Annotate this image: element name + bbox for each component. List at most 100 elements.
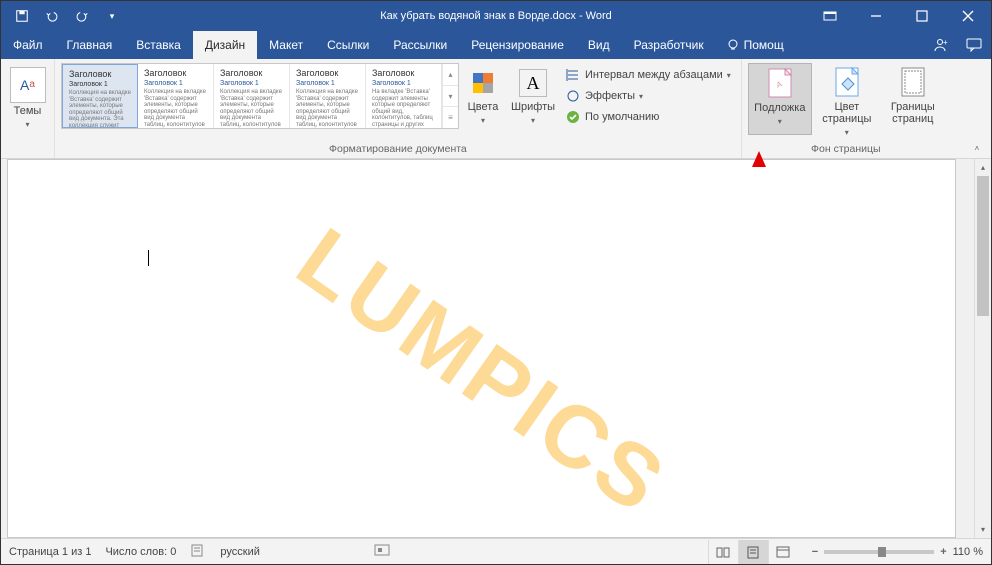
- proofing-button[interactable]: [190, 542, 206, 561]
- tab-design[interactable]: Дизайн: [193, 31, 257, 59]
- macro-indicator[interactable]: [374, 543, 390, 560]
- paragraph-spacing-button[interactable]: Интервал между абзацами▾: [561, 65, 735, 85]
- gallery-down[interactable]: ▾: [443, 85, 458, 107]
- page-borders-label: Границы страниц: [882, 101, 944, 125]
- tab-view[interactable]: Вид: [576, 31, 622, 59]
- print-layout-icon: [745, 545, 761, 559]
- page-borders-button[interactable]: Границы страниц: [882, 63, 944, 135]
- page-color-label: Цвет страницы: [814, 101, 880, 125]
- document-page[interactable]: LUMPICS: [7, 159, 956, 538]
- page-borders-icon: [897, 67, 929, 99]
- tab-insert[interactable]: Вставка: [124, 31, 193, 59]
- tab-review[interactable]: Рецензирование: [459, 31, 576, 59]
- colors-icon: [467, 67, 499, 99]
- tab-developer[interactable]: Разработчик: [622, 31, 716, 59]
- qat-customize-button[interactable]: ▾: [99, 2, 125, 30]
- tab-file[interactable]: Файл: [1, 31, 55, 59]
- page-indicator[interactable]: Страница 1 из 1: [9, 546, 91, 558]
- save-icon: [15, 9, 29, 23]
- gallery-more[interactable]: ≡: [443, 106, 458, 128]
- formatting-group-label: Форматирование документа: [61, 141, 735, 158]
- ribbon-display-button[interactable]: [807, 1, 853, 31]
- formatting-group: ЗаголовокЗаголовок 1Коллекция на вкладке…: [55, 59, 742, 158]
- collapse-ribbon-button[interactable]: ˄: [969, 140, 985, 156]
- undo-button[interactable]: [39, 2, 65, 30]
- share-button[interactable]: +: [923, 31, 957, 59]
- para-spacing-icon: [565, 67, 581, 83]
- vertical-scrollbar[interactable]: ▴ ▾: [974, 159, 991, 538]
- fonts-label: Шрифты: [511, 101, 555, 113]
- themes-button[interactable]: Aa Темы ▾: [7, 63, 48, 135]
- colors-label: Цвета: [468, 101, 499, 113]
- fonts-icon: A: [517, 67, 549, 99]
- comment-icon: [966, 38, 982, 52]
- style-item-4[interactable]: ЗаголовокЗаголовок 1Коллекция на вкладке…: [290, 64, 366, 128]
- close-icon: [962, 10, 974, 22]
- style-item-5[interactable]: ЗаголовокЗаголовок 1На вкладке 'Вставка'…: [366, 64, 442, 128]
- read-icon: [715, 545, 731, 559]
- watermark-label: Подложка: [754, 102, 805, 114]
- scroll-track[interactable]: [975, 176, 991, 521]
- check-icon: [565, 109, 581, 125]
- page-background-group: A Подложка▾ Цвет страницы▾ Границы стран…: [742, 59, 950, 158]
- status-bar: Страница 1 из 1 Число слов: 0 русский − …: [1, 538, 991, 564]
- gallery-up[interactable]: ▴: [443, 64, 458, 85]
- save-button[interactable]: [9, 2, 35, 30]
- watermark-button[interactable]: A Подложка▾: [748, 63, 812, 135]
- zoom-out-button[interactable]: −: [812, 546, 818, 558]
- style-item-3[interactable]: ЗаголовокЗаголовок 1Коллекция на вкладке…: [214, 64, 290, 128]
- minimize-icon: [870, 10, 882, 22]
- print-layout-button[interactable]: [738, 540, 768, 564]
- maximize-button[interactable]: [899, 1, 945, 31]
- ribbon-tabs: Файл Главная Вставка Дизайн Макет Ссылки…: [1, 31, 991, 59]
- tab-home[interactable]: Главная: [55, 31, 125, 59]
- scroll-down-button[interactable]: ▾: [975, 521, 991, 538]
- watermark-icon: A: [764, 68, 796, 100]
- page-color-icon: [831, 67, 863, 99]
- web-icon: [775, 545, 791, 559]
- language-indicator[interactable]: русский: [220, 546, 259, 558]
- style-item-1[interactable]: ЗаголовокЗаголовок 1Коллекция на вкладке…: [62, 64, 138, 128]
- share-icon: +: [932, 37, 948, 53]
- proofing-icon: [190, 542, 206, 558]
- tab-layout[interactable]: Макет: [257, 31, 315, 59]
- web-layout-button[interactable]: [768, 540, 798, 564]
- zoom-in-button[interactable]: +: [940, 546, 946, 558]
- text-cursor: [148, 250, 149, 266]
- scroll-up-button[interactable]: ▴: [975, 159, 991, 176]
- page-bg-group-label: Фон страницы: [748, 141, 944, 158]
- title-bar: ▾ Как убрать водяной знак в Ворде.docx -…: [1, 1, 991, 31]
- tab-references[interactable]: Ссылки: [315, 31, 381, 59]
- effects-button[interactable]: Эффекты▾: [561, 86, 735, 106]
- themes-label: Темы: [14, 105, 42, 117]
- default-label: По умолчанию: [585, 111, 659, 123]
- zoom-slider[interactable]: [824, 550, 934, 554]
- zoom-handle[interactable]: [878, 547, 886, 557]
- colors-button[interactable]: Цвета▾: [461, 63, 505, 135]
- account-button[interactable]: [957, 31, 991, 59]
- style-item-2[interactable]: ЗаголовокЗаголовок 1Коллекция на вкладке…: [138, 64, 214, 128]
- fonts-button[interactable]: A Шрифты▾: [507, 63, 559, 135]
- effects-icon: [565, 88, 581, 104]
- para-spacing-label: Интервал между абзацами: [585, 69, 723, 81]
- effects-label: Эффекты: [585, 90, 635, 102]
- set-default-button[interactable]: По умолчанию: [561, 107, 735, 127]
- style-gallery[interactable]: ЗаголовокЗаголовок 1Коллекция на вкладке…: [61, 63, 459, 129]
- tell-me-label: Помощ: [744, 38, 784, 52]
- read-mode-button[interactable]: [708, 540, 738, 564]
- ribbon-options-icon: [823, 9, 837, 23]
- themes-group: Aa Темы ▾: [1, 59, 55, 158]
- zoom-level[interactable]: 110 %: [953, 546, 983, 558]
- word-count[interactable]: Число слов: 0: [105, 546, 176, 558]
- close-button[interactable]: [945, 1, 991, 31]
- scroll-thumb[interactable]: [977, 176, 989, 316]
- lightbulb-icon: [726, 38, 740, 52]
- themes-icon: Aa: [10, 67, 46, 103]
- redo-button[interactable]: [69, 2, 95, 30]
- minimize-button[interactable]: [853, 1, 899, 31]
- tab-mailings[interactable]: Рассылки: [381, 31, 459, 59]
- watermark-text: LUMPICS: [279, 208, 685, 535]
- page-color-button[interactable]: Цвет страницы▾: [814, 63, 880, 135]
- tell-me[interactable]: Помощ: [716, 31, 794, 59]
- redo-icon: [75, 9, 89, 23]
